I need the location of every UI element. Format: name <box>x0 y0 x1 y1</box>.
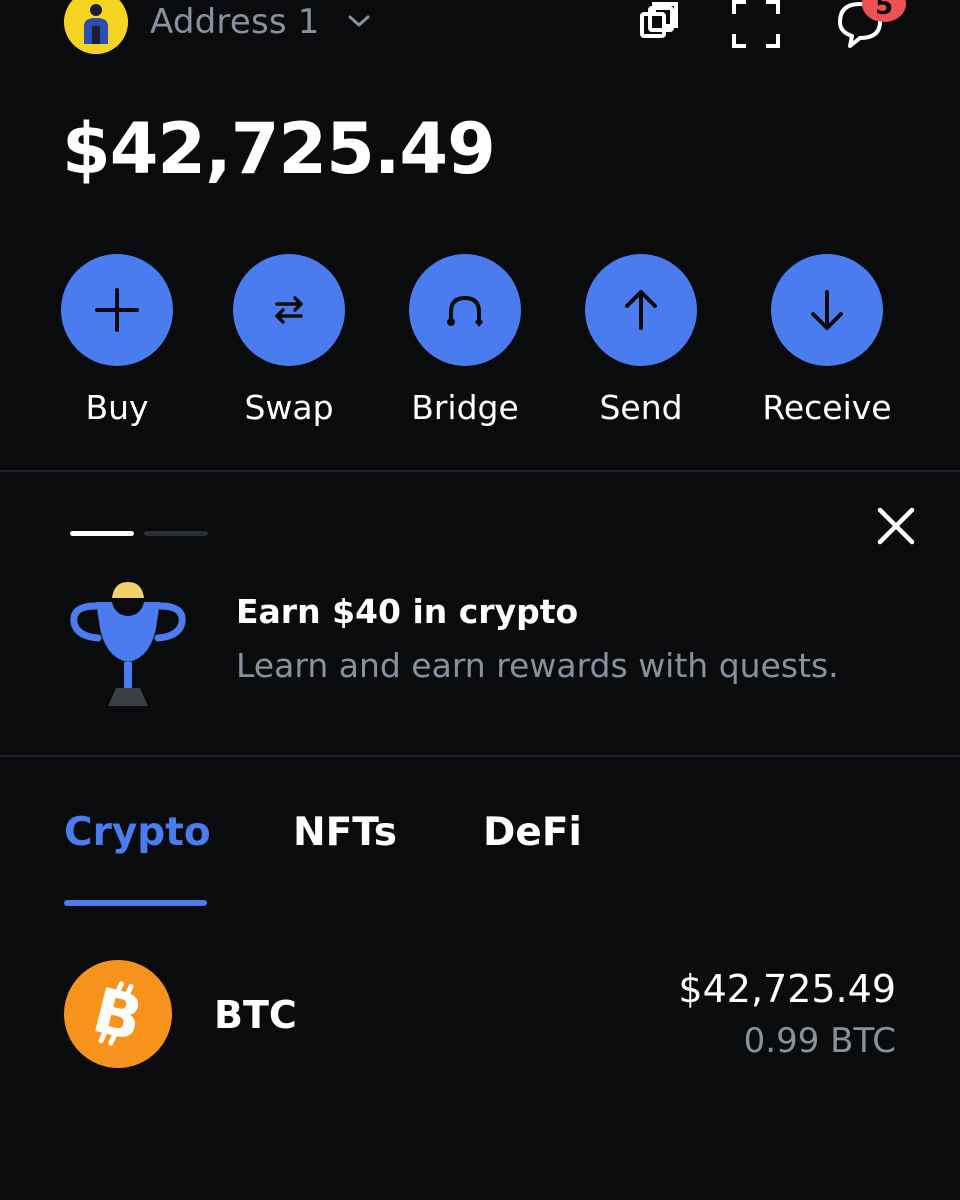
swap-button-circle[interactable] <box>233 254 345 366</box>
section-divider <box>0 470 960 472</box>
receive-button-circle[interactable] <box>771 254 883 366</box>
bridge-icon <box>447 295 483 327</box>
send-label: Send <box>599 388 683 427</box>
send-button[interactable]: Send <box>556 254 726 444</box>
bridge-button-circle[interactable] <box>409 254 521 366</box>
plus-icon <box>95 288 139 332</box>
buy-button[interactable]: Buy <box>32 254 202 444</box>
tab-crypto[interactable]: Crypto <box>64 810 211 855</box>
tab-nfts[interactable]: NFTs <box>293 810 397 855</box>
active-tab-indicator <box>64 900 207 906</box>
bitcoin-icon: B <box>64 960 172 1068</box>
send-button-circle[interactable] <box>585 254 697 366</box>
bridge-button[interactable]: Bridge <box>380 254 550 444</box>
asset-fiat-value: $42,725.49 <box>678 967 896 1011</box>
header-bar: Address 1 5 <box>0 0 960 60</box>
qr-scan-icon[interactable] <box>726 0 786 54</box>
account-avatar-icon[interactable] <box>64 0 128 54</box>
asset-row-btc[interactable]: B BTC $42,725.49 0.99 BTC <box>0 955 960 1075</box>
asset-crypto-amount: 0.99 BTC <box>743 1021 896 1061</box>
swap-label: Swap <box>244 388 334 427</box>
buy-button-circle[interactable] <box>61 254 173 366</box>
asset-symbol: BTC <box>214 993 297 1037</box>
carousel-indicator[interactable] <box>144 531 208 536</box>
promo-title[interactable]: Earn $40 in crypto <box>236 592 578 631</box>
tab-defi[interactable]: DeFi <box>483 810 582 855</box>
promo-subtitle[interactable]: Learn and earn rewards with quests. <box>236 646 839 685</box>
address-selector-label[interactable]: Address 1 <box>150 2 320 42</box>
swap-button[interactable]: Swap <box>204 254 374 444</box>
section-divider <box>0 755 960 757</box>
swap-arrows-icon <box>275 296 303 324</box>
total-balance: $42,725.49 <box>62 108 496 190</box>
chevron-down-icon[interactable] <box>346 12 372 30</box>
receive-button[interactable]: Receive <box>742 254 912 444</box>
carousel-indicator-active[interactable] <box>70 531 134 536</box>
arrow-down-icon <box>811 290 843 330</box>
trophy-icon <box>70 582 186 706</box>
buy-label: Buy <box>85 388 149 427</box>
bridge-label: Bridge <box>411 388 519 427</box>
wallet-home-screen: Address 1 5 $42,725.49 Buy Swap Bridge S… <box>0 0 960 1200</box>
receive-label: Receive <box>762 388 892 427</box>
copy-windows-icon[interactable] <box>632 0 692 54</box>
close-icon[interactable] <box>872 502 920 550</box>
arrow-up-icon <box>625 290 657 330</box>
